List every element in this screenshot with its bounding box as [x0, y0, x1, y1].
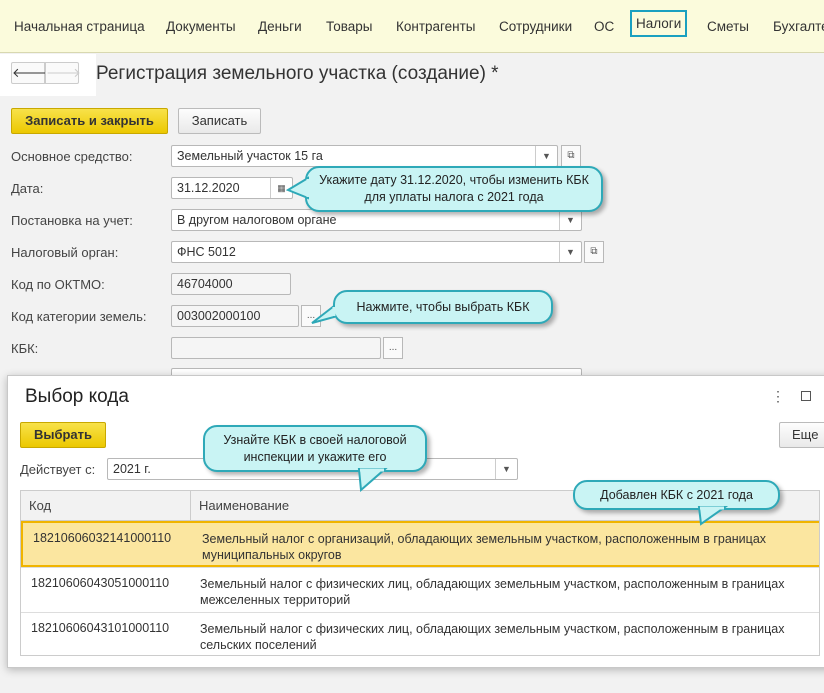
- column-header-code[interactable]: Код: [21, 491, 191, 521]
- select-button[interactable]: Выбрать: [20, 422, 106, 448]
- nav-accounting[interactable]: Бухгалте: [769, 17, 824, 36]
- top-navigation: Начальная страница Документы Деньги Това…: [0, 0, 824, 53]
- column-header-name[interactable]: Наименование: [191, 491, 289, 521]
- kbk-select-button[interactable]: ...: [383, 337, 403, 359]
- callout-tail: [697, 506, 729, 526]
- dropdown-icon[interactable]: ▼: [559, 210, 581, 230]
- land-category-field[interactable]: 003002000100: [171, 305, 299, 327]
- table-row[interactable]: 18210606043051000110 Земельный налог с ф…: [21, 567, 819, 612]
- kbk-label: КБК:: [11, 341, 39, 356]
- registration-label: Постановка на учет:: [11, 213, 133, 228]
- table-row[interactable]: 18210606043101000110 Земельный налог с ф…: [21, 612, 819, 655]
- forward-button[interactable]: 🡒: [45, 62, 81, 84]
- nav-employees[interactable]: Сотрудники: [495, 17, 576, 36]
- open-icon[interactable]: ⧉: [584, 241, 604, 263]
- tax-authority-value: ФНС 5012: [177, 245, 236, 259]
- valid-from-label: Действует с:: [20, 462, 96, 477]
- row-name: Земельный налог с физических лиц, облада…: [200, 622, 785, 652]
- save-button[interactable]: Записать: [178, 108, 261, 134]
- more-button[interactable]: Еще: [779, 422, 824, 448]
- nav-documents[interactable]: Документы: [162, 17, 240, 36]
- row-code: 18210606043101000110: [31, 621, 170, 635]
- tax-authority-field[interactable]: ФНС 5012 ▼: [171, 241, 582, 263]
- callout-tail: [357, 468, 388, 492]
- kbk-field[interactable]: [171, 337, 381, 359]
- dialog-title: Выбор кода: [25, 386, 129, 407]
- history-nav: 🡐 🡒: [0, 54, 96, 96]
- nav-goods[interactable]: Товары: [322, 17, 376, 36]
- date-value: 31.12.2020: [177, 181, 240, 195]
- oktmo-field[interactable]: 46704000: [171, 273, 291, 295]
- row-name: Земельный налог с физических лиц, облада…: [200, 577, 785, 607]
- callout-inspection: Узнайте КБК в своей налоговой инспекции …: [203, 425, 427, 472]
- more-actions-icon[interactable]: ⋮: [771, 388, 785, 405]
- fixed-asset-field[interactable]: Земельный участок 15 га ▼: [171, 145, 558, 167]
- dropdown-icon[interactable]: ▼: [559, 242, 581, 262]
- row-code: 18210606043051000110: [31, 576, 170, 590]
- fixed-asset-value: Земельный участок 15 га: [177, 149, 323, 163]
- registration-value: В другом налоговом органе: [177, 213, 337, 227]
- callout-added: Добавлен КБК с 2021 года: [573, 480, 780, 510]
- date-label: Дата:: [11, 181, 44, 196]
- page-title: Регистрация земельного участка (создание…: [96, 63, 499, 84]
- nav-counterparties[interactable]: Контрагенты: [392, 17, 480, 36]
- callout-date: Укажите дату 31.12.2020, чтобы изменить …: [305, 166, 603, 212]
- row-name: Земельный налог с организаций, обладающи…: [202, 532, 767, 562]
- callout-kbk: Нажмите, чтобы выбрать КБК: [333, 290, 553, 324]
- table-row-selected[interactable]: 18210606032141000110 Земельный налог с о…: [21, 521, 819, 567]
- nav-taxes[interactable]: Налоги: [630, 10, 688, 37]
- date-field[interactable]: 31.12.2020 ▦: [171, 177, 293, 199]
- save-and-close-button[interactable]: Записать и закрыть: [11, 108, 168, 134]
- nav-money[interactable]: Деньги: [254, 17, 306, 36]
- dropdown-icon[interactable]: ▼: [535, 146, 557, 166]
- nav-estimates[interactable]: Сметы: [703, 17, 753, 36]
- dropdown-icon[interactable]: ▼: [495, 459, 517, 479]
- row-code: 18210606032141000110: [33, 531, 172, 545]
- registration-field[interactable]: В другом налоговом органе ▼: [171, 209, 582, 231]
- callout-tail: [286, 176, 310, 200]
- oktmo-label: Код по ОКТМО:: [11, 277, 105, 292]
- open-icon[interactable]: ⧉: [561, 145, 581, 167]
- fixed-asset-label: Основное средство:: [11, 149, 133, 164]
- land-category-label: Код категории земель:: [11, 309, 147, 324]
- nav-fixed-assets[interactable]: ОС: [590, 17, 618, 36]
- tax-authority-label: Налоговый орган:: [11, 245, 119, 260]
- maximize-icon[interactable]: [801, 391, 811, 401]
- nav-home[interactable]: Начальная страница: [10, 17, 149, 36]
- callout-tail: [311, 305, 336, 324]
- valid-from-value: 2021 г.: [113, 462, 151, 476]
- back-button[interactable]: 🡐: [11, 62, 47, 84]
